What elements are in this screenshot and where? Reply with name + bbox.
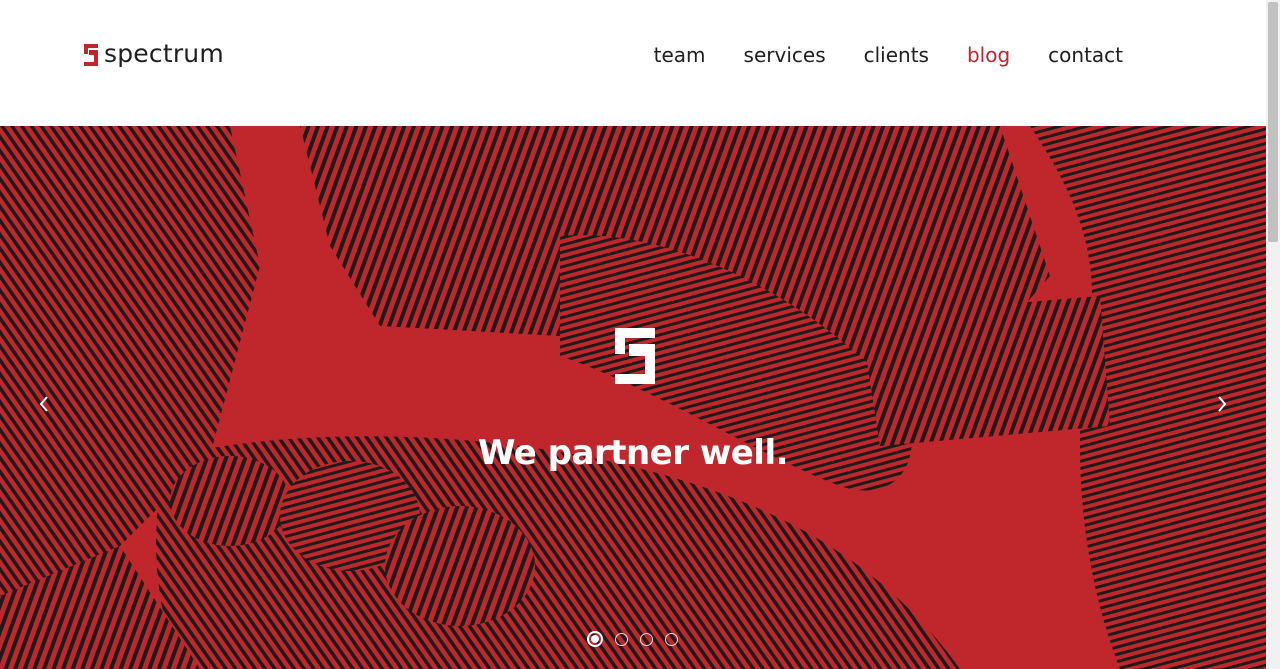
nav-item-blog[interactable]: blog [967,42,1010,68]
carousel-dot-1[interactable] [587,631,603,647]
site-header: spectrum team services clients blog cont… [0,0,1266,126]
nav-item-contact[interactable]: contact [1048,42,1123,68]
spectrum-logo-icon [84,44,98,66]
page-scrollbar[interactable] [1266,0,1280,669]
hero-carousel: We partner well. [0,126,1266,669]
carousel-dot-2[interactable] [615,632,628,646]
handshake-engraving-image [0,126,1266,669]
nav-item-clients[interactable]: clients [864,42,929,68]
nav-item-services[interactable]: services [744,42,826,68]
main-nav: team services clients blog contact [654,42,1123,68]
carousel-dot-3[interactable] [640,632,653,646]
nav-item-team[interactable]: team [654,42,706,68]
spectrum-logo-icon [615,328,655,384]
chevron-right-icon [1218,396,1227,412]
logo-link[interactable]: spectrum [84,39,224,70]
brand-name: spectrum [104,39,224,68]
carousel-next-button[interactable] [1210,392,1234,416]
scrollbar-thumb[interactable] [1268,2,1278,242]
carousel-dot-4[interactable] [665,632,678,646]
hero-headline: We partner well. [477,433,789,473]
carousel-indicators [587,631,678,647]
chevron-left-icon [39,396,48,412]
carousel-prev-button[interactable] [32,392,56,416]
